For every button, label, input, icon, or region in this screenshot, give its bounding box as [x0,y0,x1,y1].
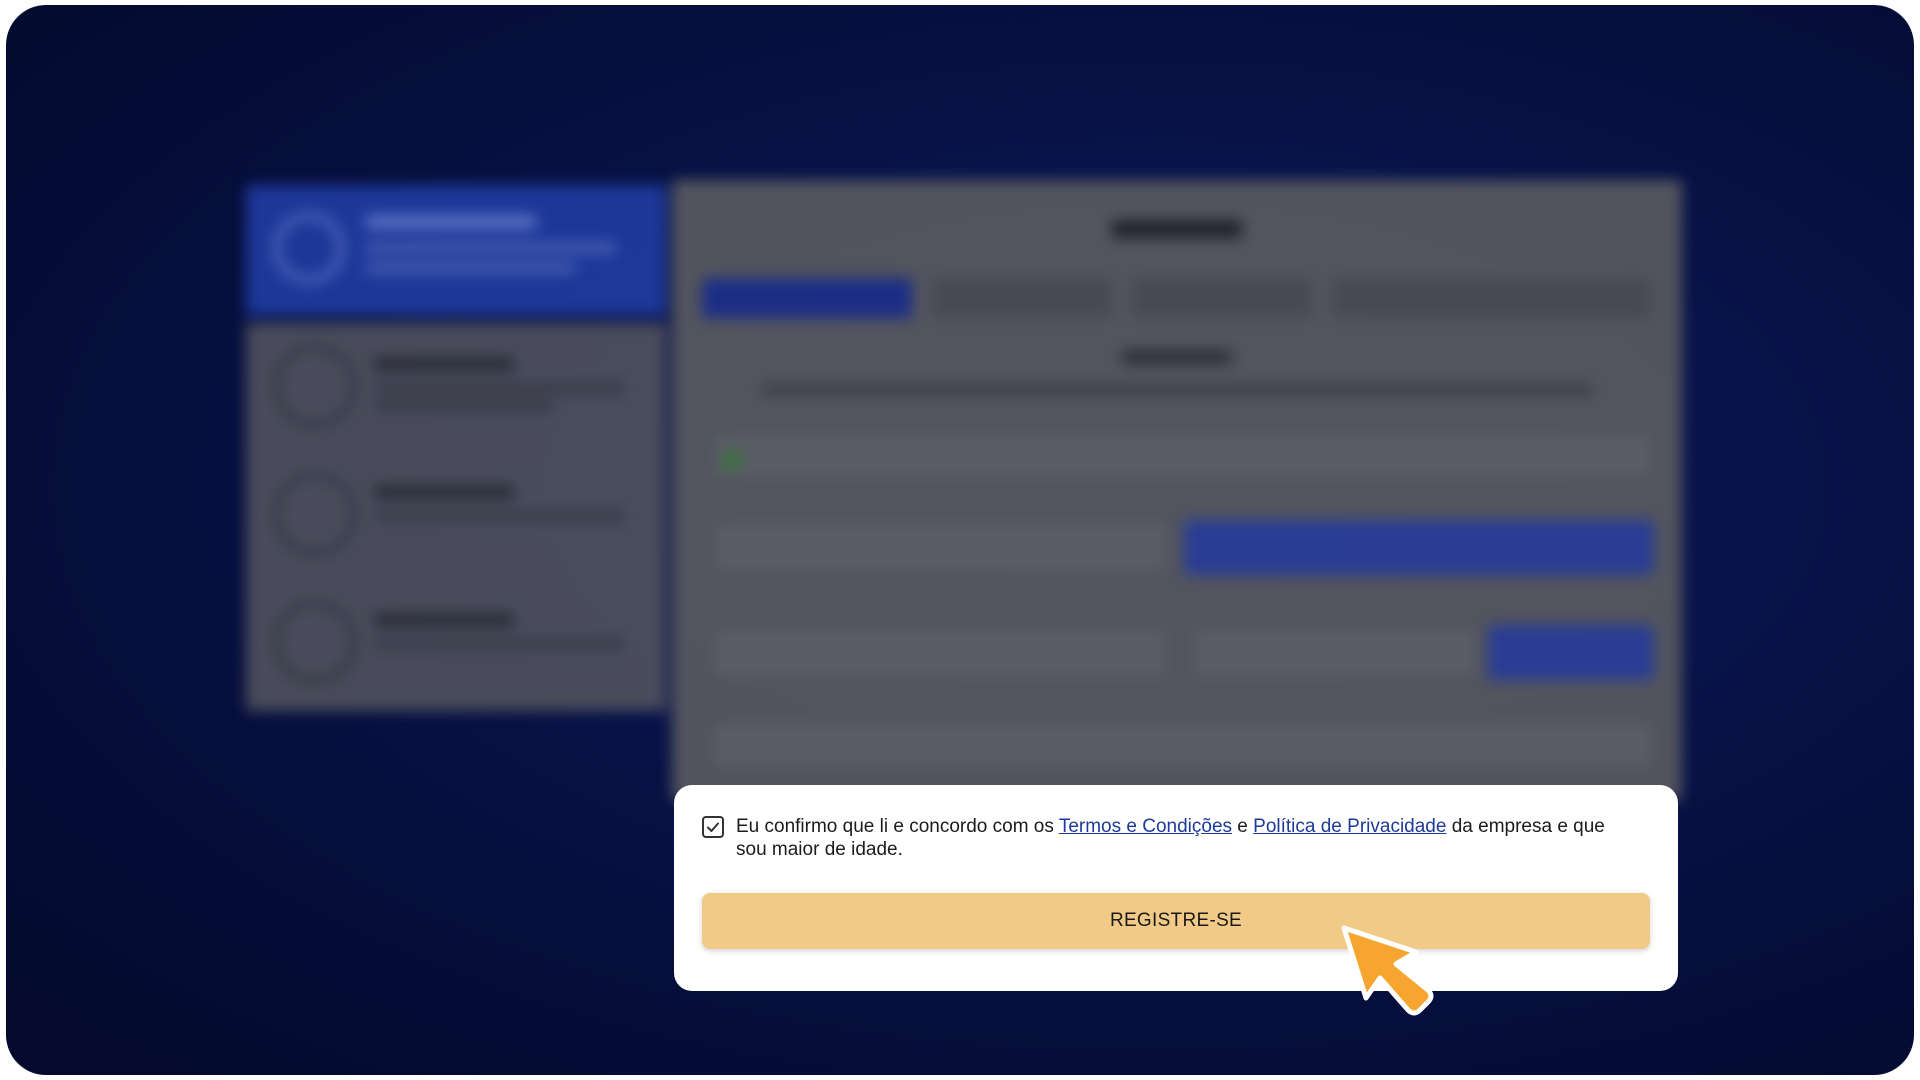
currency-select[interactable] [710,625,1170,680]
privacy-link[interactable]: Política de Privacidade [1253,816,1446,837]
register-button[interactable]: REGISTRE-SE [702,893,1650,949]
apply-button[interactable] [1488,625,1654,680]
benefit-item [274,473,644,563]
promo-field[interactable] [1190,625,1480,680]
ball-icon [274,345,356,427]
tab[interactable] [1332,278,1652,318]
logo-icon [274,213,344,283]
benefit-item [274,601,644,691]
section-title [1122,350,1232,364]
cursor-arrow-icon [1341,925,1434,1016]
phone-field[interactable] [710,430,1655,480]
code-field[interactable] [710,520,1170,575]
brand-header [246,185,666,315]
slots-icon [274,473,356,555]
consent-card: Eu confirmo que li e concordo com os Ter… [674,785,1678,991]
support-icon [274,601,356,683]
brand-title-placeholder [366,215,536,229]
section-subtitle [762,385,1592,395]
consent-text-part: Eu confirmo que li e concordo com os [736,816,1059,837]
tab[interactable] [1132,278,1312,318]
send-code-button[interactable] [1184,520,1654,575]
tab-active[interactable] [702,278,912,318]
brand-subtitle-placeholder [366,263,576,273]
screen-frame: Eu confirmo que li e concordo com os Ter… [6,5,1914,1075]
flag-icon [722,450,742,470]
consent-row: Eu confirmo que li e concordo com os Ter… [702,815,1642,861]
brand-subtitle-placeholder [366,243,616,253]
registration-title [1112,220,1242,238]
consent-checkbox[interactable] [702,816,724,838]
benefits-panel [246,323,666,711]
referral-field[interactable] [710,720,1655,770]
check-icon [707,822,719,832]
registration-panel [672,180,1682,800]
consent-text-part: e [1232,816,1254,837]
benefit-item [274,345,644,435]
terms-link[interactable]: Termos e Condições [1059,816,1232,837]
tab[interactable] [932,278,1112,318]
consent-text: Eu confirmo que li e concordo com os Ter… [736,815,1636,861]
